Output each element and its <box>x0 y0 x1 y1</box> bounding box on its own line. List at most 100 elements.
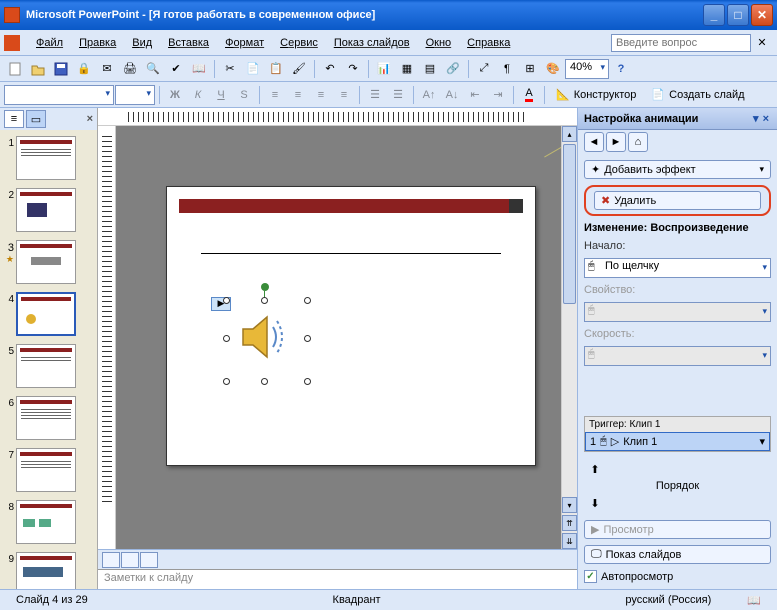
decrease-indent-icon[interactable]: ⇤ <box>464 84 486 106</box>
autopreview-checkbox[interactable]: ✓ Автопросмотр <box>584 570 771 583</box>
tables-borders-icon[interactable]: ▤ <box>419 58 441 80</box>
resize-handle-s[interactable] <box>261 378 268 385</box>
minimize-button[interactable]: _ <box>703 4 725 26</box>
menu-insert[interactable]: Вставка <box>160 34 217 52</box>
thumbnail-6[interactable]: 6 <box>2 396 95 440</box>
canvas-scrollbar-v[interactable]: ▴ ▾ ⇈ ⇊ <box>561 126 577 549</box>
shadow-icon[interactable]: S <box>233 84 255 106</box>
menu-window[interactable]: Окно <box>418 34 460 52</box>
normal-view-button[interactable] <box>102 552 120 568</box>
hyperlink-icon[interactable]: 🔗 <box>442 58 464 80</box>
outline-tab[interactable]: ≡ <box>4 110 24 128</box>
font-combo[interactable] <box>4 85 114 105</box>
redo-icon[interactable]: ↷ <box>342 58 364 80</box>
slideshow-button[interactable]: 🖵 Показ слайдов <box>584 545 771 564</box>
color-icon[interactable]: 🎨 <box>542 58 564 80</box>
research-icon[interactable]: 📖 <box>188 58 210 80</box>
thumbnail-1[interactable]: 1 <box>2 136 95 180</box>
thumbnail-4[interactable]: 4 <box>2 292 95 336</box>
slide-canvas[interactable]: ? ▶ <box>116 126 561 549</box>
resize-handle-nw[interactable] <box>223 297 230 304</box>
decrease-font-icon[interactable]: A↓ <box>441 84 463 106</box>
menu-file[interactable]: Файл <box>28 34 71 52</box>
animation-item[interactable]: 1 🖱 ▷ Клип 1 ▾ <box>585 432 770 451</box>
forward-button[interactable]: ► <box>606 132 626 152</box>
thumbnail-9[interactable]: 9 <box>2 552 95 589</box>
show-formatting-icon[interactable]: ¶ <box>496 58 518 80</box>
resize-handle-w[interactable] <box>223 335 230 342</box>
font-color-icon[interactable]: A <box>518 84 540 106</box>
status-spell-icon[interactable]: 📖 <box>739 594 769 607</box>
spell-icon[interactable]: ✔ <box>165 58 187 80</box>
move-down-button[interactable]: ⬇ <box>584 492 606 514</box>
zoom-combo[interactable]: 40% <box>565 59 609 79</box>
taskpane-close[interactable]: × <box>761 113 771 125</box>
numbering-icon[interactable]: ☰ <box>364 84 386 106</box>
resize-handle-n[interactable] <box>261 297 268 304</box>
increase-font-icon[interactable]: A↑ <box>418 84 440 106</box>
thumbnail-5[interactable]: 5 <box>2 344 95 388</box>
thumbnail-7[interactable]: 7 <box>2 448 95 492</box>
slides-tab[interactable]: ▭ <box>26 110 46 128</box>
bullets-icon[interactable]: ☰ <box>387 84 409 106</box>
slideshow-view-button[interactable] <box>140 552 158 568</box>
thumbnail-list[interactable]: 1 2 3★ 4 5 6 7 8 9 <box>0 130 97 589</box>
current-slide[interactable]: ▶ <box>166 186 536 466</box>
home-button[interactable]: ⌂ <box>628 132 648 152</box>
permission-icon[interactable]: 🔒 <box>73 58 95 80</box>
move-up-button[interactable]: ⬆ <box>584 458 606 480</box>
doc-close-button[interactable]: ✕ <box>751 32 773 54</box>
maximize-button[interactable]: □ <box>727 4 749 26</box>
add-effect-button[interactable]: ✦ Добавить эффект ▾ <box>584 160 771 179</box>
help-icon[interactable]: ? <box>610 58 632 80</box>
close-button[interactable]: ✕ <box>751 4 773 26</box>
sorter-view-button[interactable] <box>121 552 139 568</box>
remove-button[interactable]: ✖ Удалить <box>594 191 761 210</box>
taskpane-menu-arrow[interactable]: ▾ <box>751 112 761 125</box>
increase-indent-icon[interactable]: ⇥ <box>487 84 509 106</box>
new-icon[interactable] <box>4 58 26 80</box>
italic-icon[interactable]: К <box>187 84 209 106</box>
menu-slideshow[interactable]: Показ слайдов <box>326 34 418 52</box>
align-center-icon[interactable]: ≡ <box>287 84 309 106</box>
save-icon[interactable] <box>50 58 72 80</box>
thumbpanel-close[interactable]: × <box>87 113 93 125</box>
new-slide-button[interactable]: 📄Создать слайд <box>644 85 751 104</box>
formatpainter-icon[interactable]: 🖌 <box>288 58 310 80</box>
design-button[interactable]: 📐Конструктор <box>549 85 643 104</box>
thumbnail-8[interactable]: 8 <box>2 500 95 544</box>
align-right-icon[interactable]: ≡ <box>310 84 332 106</box>
horizontal-ruler[interactable] <box>98 108 577 126</box>
anim-item-menu[interactable]: ▾ <box>759 435 765 448</box>
notes-pane[interactable]: Заметки к слайду <box>98 569 577 589</box>
resize-handle-sw[interactable] <box>223 378 230 385</box>
vertical-ruler[interactable] <box>98 126 116 549</box>
start-select[interactable]: По щелчку <box>584 258 771 278</box>
menu-edit[interactable]: Правка <box>71 34 124 52</box>
undo-icon[interactable]: ↶ <box>319 58 341 80</box>
help-search-input[interactable] <box>611 34 751 52</box>
back-button[interactable]: ◄ <box>584 132 604 152</box>
sound-object[interactable] <box>227 301 307 381</box>
resize-handle-se[interactable] <box>304 378 311 385</box>
align-justify-icon[interactable]: ≡ <box>333 84 355 106</box>
status-language[interactable]: русский (Россия) <box>617 594 719 606</box>
align-left-icon[interactable]: ≡ <box>264 84 286 106</box>
open-icon[interactable] <box>27 58 49 80</box>
email-icon[interactable]: ✉ <box>96 58 118 80</box>
menu-help[interactable]: Справка <box>459 34 518 52</box>
menu-tools[interactable]: Сервис <box>272 34 326 52</box>
thumbnail-3[interactable]: 3★ <box>2 240 95 284</box>
expand-icon[interactable]: ⤢ <box>473 58 495 80</box>
bold-icon[interactable]: Ж <box>164 84 186 106</box>
preview-button[interactable]: ▶ Просмотр <box>584 520 771 539</box>
chart-icon[interactable]: 📊 <box>373 58 395 80</box>
grid-icon[interactable]: ⊞ <box>519 58 541 80</box>
menu-view[interactable]: Вид <box>124 34 160 52</box>
fontsize-combo[interactable] <box>115 85 155 105</box>
table-icon[interactable]: ▦ <box>396 58 418 80</box>
preview-icon[interactable]: 🔍 <box>142 58 164 80</box>
underline-icon[interactable]: Ч <box>210 84 232 106</box>
resize-handle-e[interactable] <box>304 335 311 342</box>
cut-icon[interactable]: ✂ <box>219 58 241 80</box>
